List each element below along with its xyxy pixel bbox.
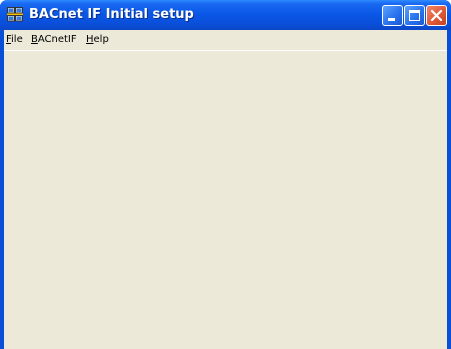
maximize-button[interactable] — [404, 5, 425, 26]
title-bar[interactable]: BACnet IF Initial setup — [0, 0, 451, 30]
menu-help[interactable]: Help — [86, 33, 109, 47]
menu-help-label: elp — [93, 34, 109, 45]
menu-file[interactable]: File — [6, 33, 23, 47]
menu-bacnetif-mnemonic: B — [31, 34, 38, 45]
minimize-button[interactable] — [382, 5, 403, 26]
app-window: BACnet IF Initial setup File BACnetIF He… — [0, 0, 451, 349]
close-button[interactable] — [426, 5, 447, 26]
window-title: BACnet IF Initial setup — [29, 7, 194, 22]
network-computers-icon[interactable] — [7, 7, 23, 23]
menu-help-mnemonic: H — [86, 34, 94, 45]
menu-bar: File BACnetIF Help — [4, 30, 447, 51]
menu-bacnetif[interactable]: BACnetIF — [31, 33, 77, 47]
menu-bacnetif-label: ACnetIF — [37, 34, 77, 45]
menu-file-label: ile — [11, 34, 23, 45]
client-area: File BACnetIF Help — [4, 30, 447, 349]
